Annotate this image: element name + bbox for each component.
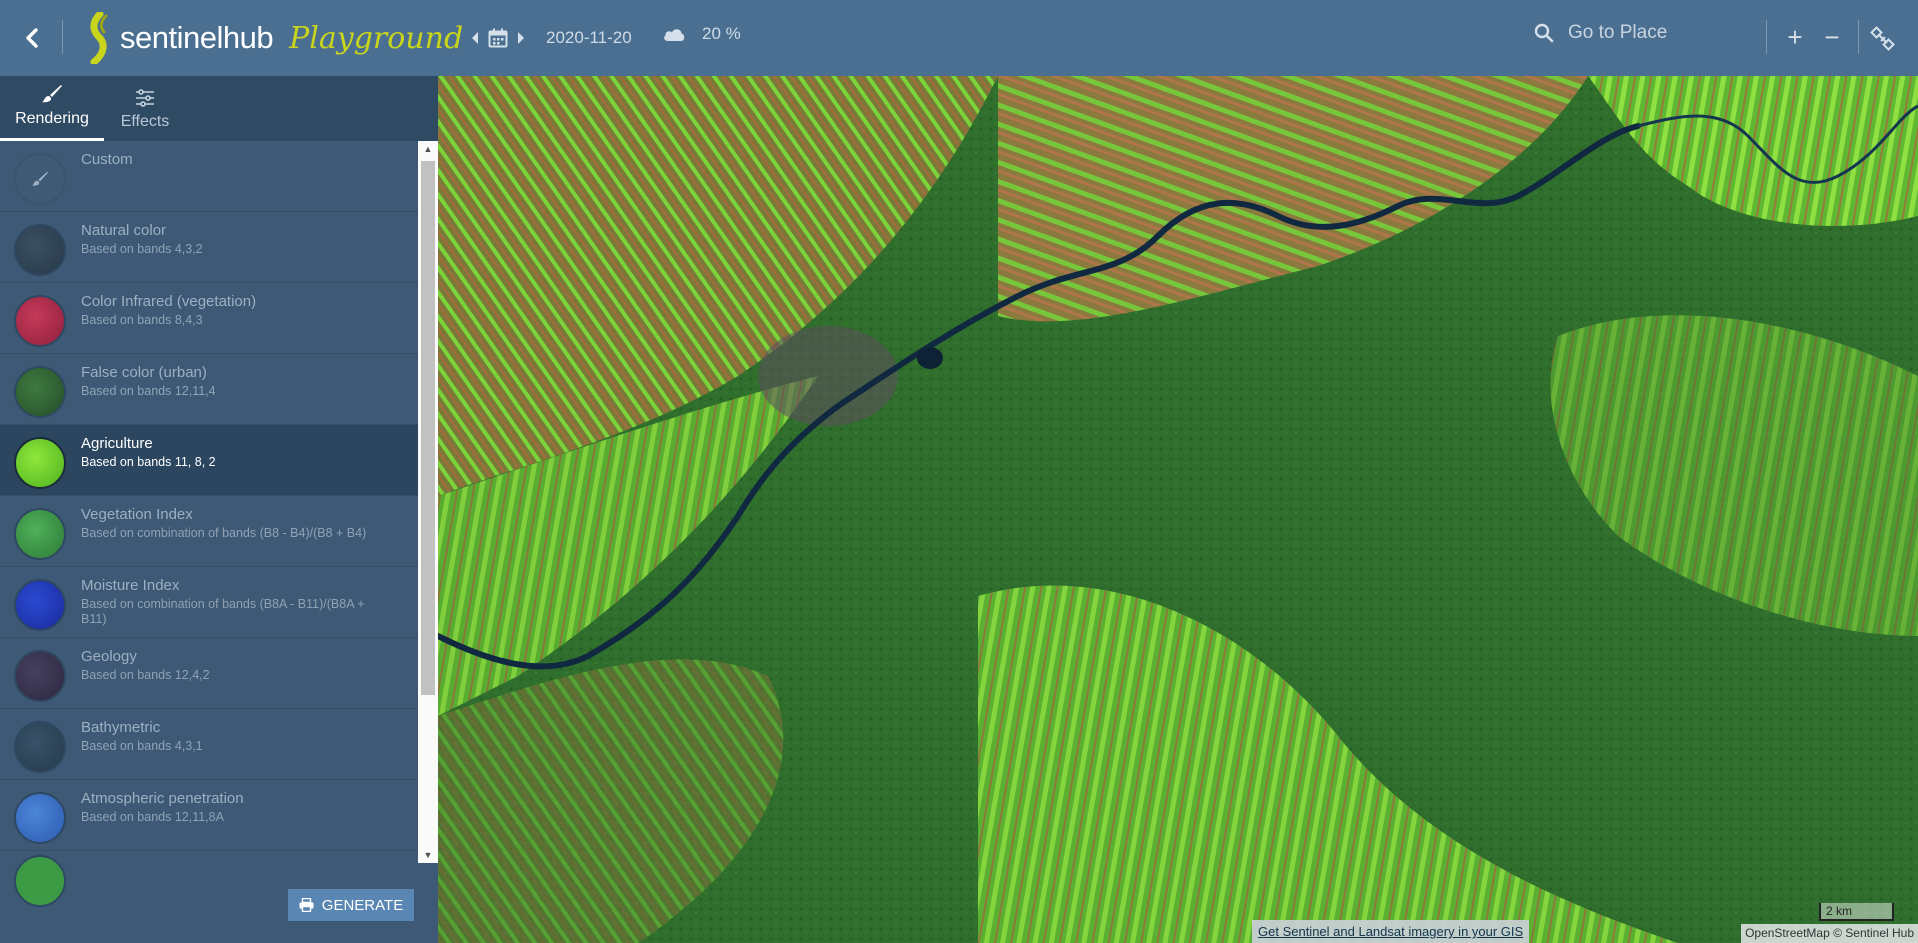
cloud-icon [664,29,685,41]
layer-title: Natural color [81,222,167,239]
tab-effects[interactable]: Effects [104,76,186,141]
layer-desc: Based on bands 11, 8, 2 [81,455,216,469]
sliders-icon [136,89,154,107]
layer-item-color-infrared[interactable]: Color Infrared (vegetation) Based on ban… [0,283,418,354]
layer-item-partial[interactable] [0,851,418,907]
zoom-in-button[interactable]: + [1782,24,1808,52]
layer-title: False color (urban) [81,364,207,381]
brush-icon [42,85,62,103]
printer-icon [299,898,314,912]
layer-thumb [14,650,66,702]
sidebar: Rendering Effects Custom Natural color B… [0,76,438,943]
layer-title: Custom [81,151,133,168]
layer-title: Color Infrared (vegetation) [81,293,257,310]
layer-desc: Based on bands 8,4,3 [81,313,203,327]
layer-list-scrollbar[interactable]: ▲ ▼ [418,141,438,863]
divider [1766,20,1767,54]
back-button[interactable] [18,22,46,54]
top-bar: sentinelhub Playground 2020-11-20 20 % + [0,0,1918,76]
map-attribution[interactable]: OpenStreetMap © Sentinel Hub [1741,924,1918,943]
date-picker: 2020-11-20 [470,24,632,52]
layer-item-agriculture[interactable]: Agriculture Based on bands 11, 8, 2 [0,425,418,496]
brand-name: sentinelhub [120,20,274,55]
layer-thumb [14,366,66,418]
satellite-icon [1870,26,1895,51]
layer-item-geology[interactable]: Geology Based on bands 12,4,2 [0,638,418,709]
scroll-down-icon[interactable]: ▼ [418,847,438,863]
search-bar [1534,22,1728,44]
layer-thumb [14,508,66,560]
tab-rendering[interactable]: Rendering [0,76,104,141]
layer-thumb [14,579,66,631]
generate-label: GENERATE [321,896,404,914]
layer-desc: Based on combination of bands (B8A - B11… [81,597,365,626]
layer-item-custom[interactable]: Custom [0,141,418,212]
map-scale: 2 km [1819,903,1894,921]
layer-thumb [14,224,66,276]
cloud-coverage[interactable]: 20 % [662,24,741,44]
divider [1858,20,1859,54]
satellite-button[interactable] [1870,26,1896,52]
satellite-imagery [438,76,1918,943]
map-view[interactable]: 2 km Get Sentinel and Landsat imagery in… [438,76,1918,943]
layer-desc: Based on combination of bands (B8 - B4)/… [81,526,367,540]
layer-title: Moisture Index [81,577,180,594]
layer-thumb [14,721,66,773]
layer-item-vegetation-index[interactable]: Vegetation Index Based on combination of… [0,496,418,567]
sentinelhub-logo-icon [90,12,108,64]
sidebar-tabs: Rendering Effects [0,76,438,141]
logo[interactable]: sentinelhub Playground [82,12,463,64]
tab-rendering-label: Rendering [15,110,89,127]
cloud-coverage-value: 20 % [702,24,741,43]
layer-thumb [14,295,66,347]
layer-item-natural-color[interactable]: Natural color Based on bands 4,3,2 [0,212,418,283]
layer-thumb [14,153,66,205]
layer-title: Vegetation Index [81,506,193,523]
search-input[interactable] [1568,22,1728,44]
scrollbar-thumb[interactable] [421,161,435,695]
layer-title: Bathymetric [81,719,161,736]
layer-title: Agriculture [81,435,153,452]
layer-thumb [14,437,66,489]
layer-item-atmospheric-penetration[interactable]: Atmospheric penetration Based on bands 1… [0,780,418,851]
layer-item-moisture-index[interactable]: Moisture Index Based on combination of b… [0,567,418,638]
tab-effects-label: Effects [120,113,170,130]
layer-item-false-color-urban[interactable]: False color (urban) Based on bands 12,11… [0,354,418,425]
layer-desc: Based on bands 4,3,1 [81,739,203,753]
layer-title: Geology [81,648,137,665]
layer-thumb [14,855,66,907]
brush-icon [32,171,48,186]
divider [62,20,63,54]
scroll-up-icon[interactable]: ▲ [418,141,438,157]
layer-item-bathymetric[interactable]: Bathymetric Based on bands 4,3,1 [0,709,418,780]
layer-desc: Based on bands 12,4,2 [81,668,210,682]
layer-thumb [14,792,66,844]
zoom-out-button[interactable]: − [1819,24,1845,52]
search-icon [1534,23,1554,43]
selected-date[interactable]: 2020-11-20 [546,28,632,48]
app-root: sentinelhub Playground 2020-11-20 20 % + [0,0,1918,943]
calendar-icon[interactable] [488,28,508,48]
prev-date-icon[interactable] [470,31,480,45]
layer-list: Custom Natural color Based on bands 4,3,… [0,141,418,941]
layer-desc: Based on bands 12,11,8A [81,810,224,824]
product-name: Playground [289,20,464,56]
gis-imagery-link[interactable]: Get Sentinel and Landsat imagery in your… [1252,920,1530,943]
layer-desc: Based on bands 12,11,4 [81,384,216,398]
chevron-left-icon [26,28,38,48]
generate-button[interactable]: GENERATE [288,889,414,921]
layer-title: Atmospheric penetration [81,790,244,807]
next-date-icon[interactable] [516,31,526,45]
layer-desc: Based on bands 4,3,2 [81,242,203,256]
